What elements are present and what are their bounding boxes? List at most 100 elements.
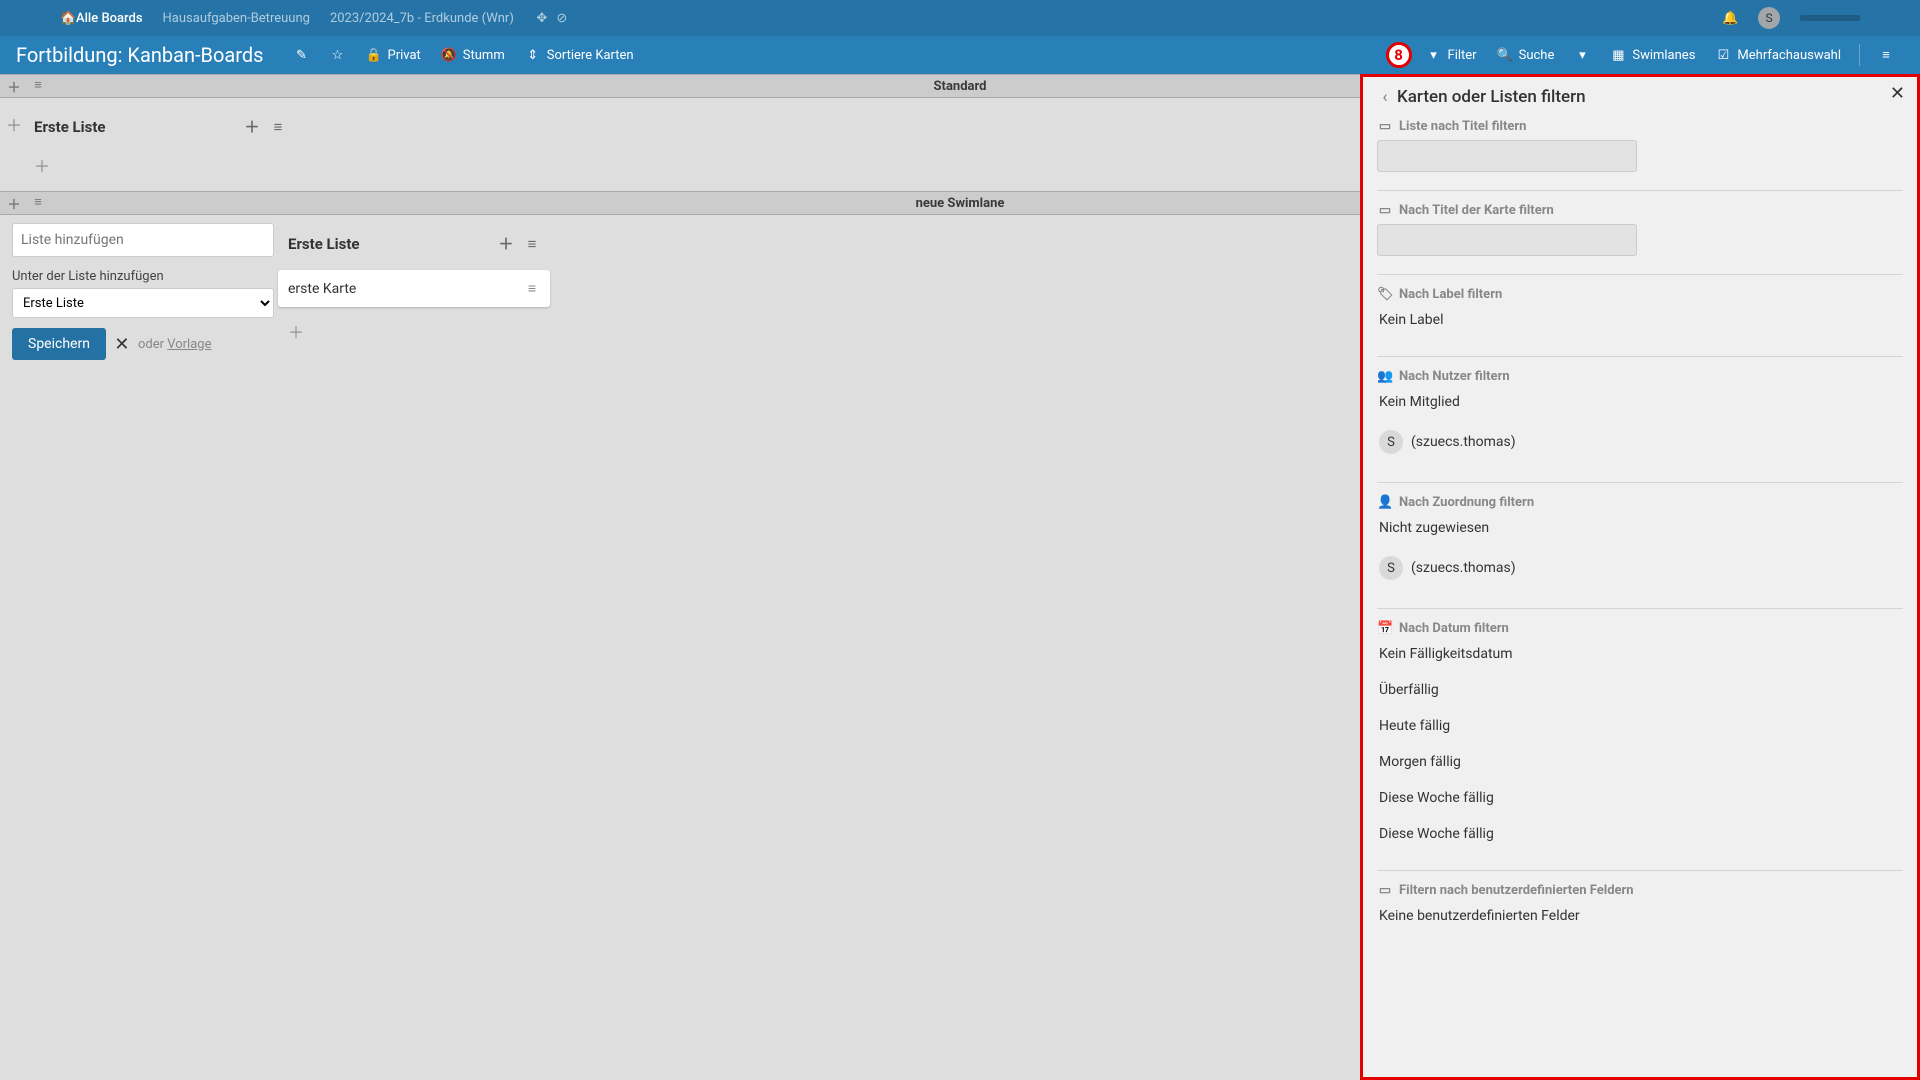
filter-user-1-label: (szuecs.thomas) — [1411, 434, 1516, 450]
breadcrumb-2[interactable]: 2023/2024_7b - Erdkunde (Wnr) — [330, 11, 514, 26]
block-icon[interactable]: ⊘ — [554, 11, 570, 26]
swimlane-menu-button[interactable]: ≡ — [30, 77, 46, 96]
template-link[interactable]: Vorlage — [167, 337, 211, 352]
list-title: Erste Liste — [34, 118, 106, 136]
save-button[interactable]: Speichern — [12, 328, 106, 360]
star-icon: ☆ — [330, 48, 346, 63]
filter-date-header: 📅Nach Datum filtern — [1377, 621, 1903, 636]
swimlane-menu-button-2[interactable]: ≡ — [30, 194, 46, 213]
filter-no-custom: Keine benutzerdefinierten Felder — [1377, 898, 1903, 934]
filter-assign-user-1[interactable]: S (szuecs.thomas) — [1377, 546, 1903, 590]
card-title: erste Karte — [288, 281, 356, 297]
list-name-input[interactable] — [12, 223, 274, 257]
add-swimlane-button[interactable]: ＋ — [6, 77, 22, 96]
filter-no-label[interactable]: Kein Label — [1377, 302, 1903, 338]
move-icon[interactable]: ✥ — [534, 11, 550, 26]
filter-panel-title: Karten oder Listen filtern — [1397, 87, 1586, 107]
filter-no-due[interactable]: Kein Fälligkeitsdatum — [1377, 636, 1903, 672]
search-button[interactable]: 🔍Suche — [1487, 48, 1565, 63]
add-card-icon-sl1[interactable]: ＋ — [498, 233, 514, 254]
multiselect-button[interactable]: ☑Mehrfachauswahl — [1705, 48, 1851, 63]
tag-icon: 🏷 — [1377, 287, 1393, 302]
back-icon[interactable]: ‹ — [1377, 87, 1393, 107]
checkbox-icon: ☑ — [1715, 48, 1731, 63]
add-swimlane-button-2[interactable]: ＋ — [6, 194, 22, 213]
list-menu-icon-sl1[interactable]: ≡ — [524, 235, 540, 253]
filter-due-week-2[interactable]: Diese Woche fällig — [1377, 816, 1903, 852]
filter-due-tomorrow[interactable]: Morgen fällig — [1377, 744, 1903, 780]
breadcrumb-1[interactable]: Hausaufgaben-Betreuung — [163, 11, 310, 26]
filter-panel-title-row: ‹ Karten oder Listen filtern — [1377, 87, 1903, 107]
board-title: Fortbildung: Kanban-Boards — [16, 43, 264, 67]
star-button[interactable]: ☆ — [320, 48, 356, 63]
filter-assign-header: 👤Nach Zuordnung filtern — [1377, 495, 1903, 510]
all-boards-link[interactable]: 🏠 Alle Boards — [60, 11, 143, 26]
under-list-select[interactable]: Erste Liste — [12, 288, 274, 318]
cancel-button[interactable]: ✕ — [114, 334, 130, 355]
list-erste-liste-sl0: Erste Liste ＋ ≡ ＋ — [24, 106, 296, 183]
filter-card-title-input[interactable] — [1377, 224, 1637, 256]
filter-panel: ✕ ‹ Karten oder Listen filtern ▭Liste na… — [1360, 74, 1920, 1080]
close-panel-button[interactable]: ✕ — [1890, 83, 1905, 104]
edit-icon: ✎ — [294, 48, 310, 63]
list-icon: ▭ — [1377, 119, 1393, 134]
all-boards-label: Alle Boards — [76, 11, 143, 26]
list-erste-liste-sl1: Erste Liste ＋ ≡ erste Karte ≡ ＋ — [278, 223, 550, 349]
filter-custom-header: ▭Filtern nach benutzerdefinierten Felder… — [1377, 883, 1903, 898]
filter-not-assigned[interactable]: Nicht zugewiesen — [1377, 510, 1903, 546]
filter-due-today[interactable]: Heute fällig — [1377, 708, 1903, 744]
user-avatar[interactable]: S — [1758, 7, 1780, 29]
bell-icon[interactable]: 🔔 — [1722, 11, 1738, 26]
user-menu-bar[interactable] — [1800, 15, 1860, 21]
card-icon: ▭ — [1377, 203, 1393, 218]
plus-icon: ＋ — [34, 153, 50, 177]
private-button[interactable]: 🔒Privat — [356, 48, 431, 63]
swimlane-title-2: neue Swimlane — [916, 196, 1005, 211]
divider — [1377, 274, 1903, 275]
home-icon: 🏠 — [60, 11, 76, 26]
toolbar-divider — [1859, 44, 1860, 66]
divider — [1377, 482, 1903, 483]
sort-icon: ⇕ — [525, 48, 541, 63]
divider — [1377, 190, 1903, 191]
swimlanes-button[interactable]: ▦Swimlanes — [1600, 48, 1705, 63]
mute-button[interactable]: 🔕Stumm — [431, 48, 515, 63]
edit-button[interactable]: ✎ — [284, 48, 320, 63]
board-body: ＋ ≡ Standard ＋ Erste Liste ＋ ≡ ＋ ＋ ≡ neu… — [0, 74, 1920, 1080]
filter-assign-user-1-label: (szuecs.thomas) — [1411, 560, 1516, 576]
user-chip-icon: S — [1379, 430, 1403, 454]
dropdown-button[interactable]: ▾ — [1564, 48, 1600, 63]
add-card-placeholder-sl1[interactable]: ＋ — [278, 313, 550, 349]
close-icon: ✕ — [114, 334, 130, 355]
list-header[interactable]: Erste Liste ＋ ≡ — [24, 106, 296, 147]
filter-list-title-input[interactable] — [1377, 140, 1637, 172]
filter-icon: ▾ — [1426, 48, 1442, 63]
filter-due-week-1[interactable]: Diese Woche fällig — [1377, 780, 1903, 816]
filter-user-header: 👥Nach Nutzer filtern — [1377, 369, 1903, 384]
filter-no-member[interactable]: Kein Mitglied — [1377, 384, 1903, 420]
hamburger-button[interactable]: ≡ — [1868, 47, 1904, 63]
callout-badge: 8 — [1386, 42, 1412, 68]
filter-overdue[interactable]: Überfällig — [1377, 672, 1903, 708]
filter-button[interactable]: ▾Filter — [1416, 48, 1487, 63]
card-menu-icon[interactable]: ≡ — [524, 280, 540, 297]
hamburger-icon: ≡ — [1878, 47, 1894, 63]
sort-button[interactable]: ⇕Sortiere Karten — [515, 48, 644, 63]
add-list-button-sl0[interactable]: ＋ — [0, 98, 16, 136]
list-menu-icon[interactable]: ≡ — [270, 118, 286, 136]
add-card-placeholder[interactable]: ＋ — [24, 147, 296, 183]
list-title-sl1: Erste Liste — [288, 235, 360, 253]
divider — [1377, 356, 1903, 357]
list-header-sl1[interactable]: Erste Liste ＋ ≡ — [278, 223, 550, 264]
grid-icon: ▦ — [1610, 48, 1626, 63]
caret-down-icon: ▾ — [1574, 48, 1590, 63]
lock-icon: 🔒 — [366, 48, 382, 63]
fields-icon: ▭ — [1377, 883, 1393, 898]
add-card-icon[interactable]: ＋ — [244, 116, 260, 137]
divider — [1377, 870, 1903, 871]
filter-user-1[interactable]: S (szuecs.thomas) — [1377, 420, 1903, 464]
card-erste-karte[interactable]: erste Karte ≡ — [278, 270, 550, 307]
filter-list-header: ▭Liste nach Titel filtern — [1377, 119, 1903, 134]
under-label: Unter der Liste hinzufügen — [12, 269, 274, 284]
plus-icon-sl1: ＋ — [288, 319, 304, 343]
